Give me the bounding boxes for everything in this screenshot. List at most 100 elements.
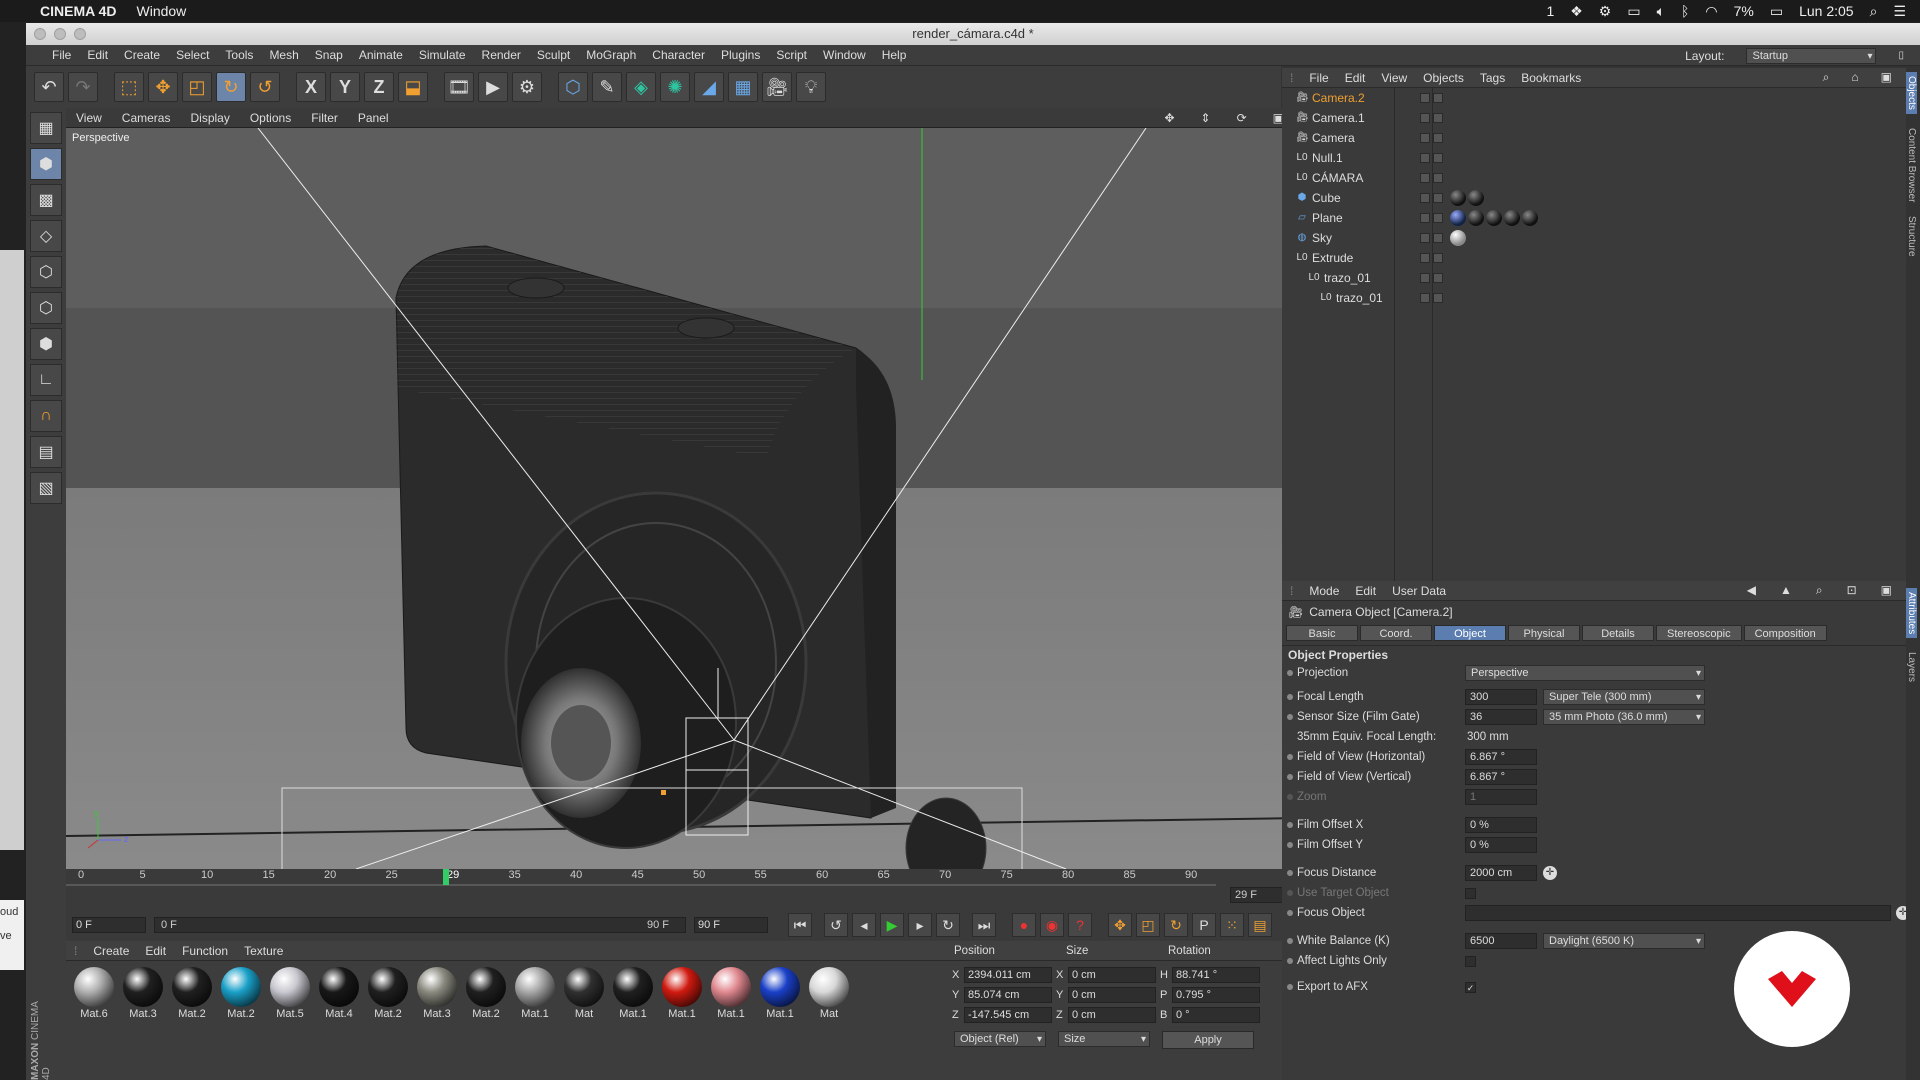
menu-create[interactable]: Create xyxy=(124,48,160,62)
viewport-menu-options[interactable]: Options xyxy=(250,111,291,125)
search-icon[interactable]: ⌕ xyxy=(1870,3,1878,20)
viewport-menu-view[interactable]: View xyxy=(76,111,102,125)
material-swatch[interactable]: Mat.1 xyxy=(758,967,802,1020)
start-frame-field[interactable]: 0 F xyxy=(72,917,146,933)
focus-pick-icon[interactable]: ✛ xyxy=(1543,866,1557,880)
fov-v-field[interactable]: 6.867 ° xyxy=(1465,769,1537,785)
workplane-lock-icon[interactable]: ▧ xyxy=(30,472,62,504)
material-swatch[interactable]: Mat.4 xyxy=(317,967,361,1020)
render-toggle[interactable] xyxy=(1433,153,1443,163)
visibility-toggle[interactable] xyxy=(1420,173,1430,183)
object-row[interactable]: ▱ Plane xyxy=(1282,208,1920,228)
attribute-menu-mode[interactable]: Mode xyxy=(1309,584,1339,598)
material-menu-edit[interactable]: Edit xyxy=(145,944,166,958)
texture-mode-icon[interactable]: ▩ xyxy=(30,184,62,216)
side-tab-structure[interactable]: Structure xyxy=(1906,216,1917,257)
object-row[interactable]: 🎥︎ Camera xyxy=(1282,128,1920,148)
menu-help[interactable]: Help xyxy=(882,48,907,62)
viewport-menu-filter[interactable]: Filter xyxy=(311,111,338,125)
attribute-menu-edit[interactable]: Edit xyxy=(1355,584,1376,598)
render-toggle[interactable] xyxy=(1433,233,1443,243)
object-new-window-icon[interactable]: ▣ xyxy=(1881,70,1892,85)
object-row[interactable]: L0 Extrude xyxy=(1282,248,1920,268)
spline-pen-icon[interactable]: ✎ xyxy=(592,72,622,102)
model-mode-icon[interactable]: ⬢ xyxy=(30,148,62,180)
tab-object[interactable]: Object xyxy=(1434,625,1506,641)
volume-icon[interactable]: 🔈︎ xyxy=(1657,3,1665,20)
menu-tools[interactable]: Tools xyxy=(225,48,253,62)
rotation-field[interactable]: 0.795 ° xyxy=(1172,987,1260,1003)
render-picture-viewer-icon[interactable]: ▶ xyxy=(478,72,508,102)
camera-tool-icon[interactable]: 🎥︎ xyxy=(762,72,792,102)
visibility-toggle[interactable] xyxy=(1420,213,1430,223)
tab-coord[interactable]: Coord. xyxy=(1360,625,1432,641)
size-field[interactable]: 0 cm xyxy=(1068,967,1156,983)
z-axis-toggle[interactable]: Z xyxy=(364,72,394,102)
record-keys-icon[interactable]: ● xyxy=(1012,913,1036,937)
app-menu[interactable]: CINEMA 4D xyxy=(40,3,117,19)
rotate-icon[interactable]: ↻ xyxy=(216,72,246,102)
magnet-icon[interactable]: ∩ xyxy=(30,400,62,432)
timeline-ruler[interactable]: 0 5 10 15 20 25 29 35 40 45 50 55 60 65 70 75 80 85 90 29 … xyxy=(66,869,1302,909)
key-pla-icon[interactable]: ⁙ xyxy=(1220,913,1244,937)
projection-select[interactable]: Perspective xyxy=(1465,665,1705,681)
visibility-toggle[interactable] xyxy=(1420,133,1430,143)
scale-icon[interactable]: ◰ xyxy=(182,72,212,102)
points-mode-icon[interactable]: ⬡ xyxy=(30,256,62,288)
attribute-back-icon[interactable]: ◀ xyxy=(1747,583,1756,598)
menu-select[interactable]: Select xyxy=(176,48,209,62)
film-offset-y-field[interactable]: 0 % xyxy=(1465,837,1537,853)
live-selection-icon[interactable]: ⬚ xyxy=(114,72,144,102)
object-row[interactable]: L0 trazo_01 xyxy=(1282,288,1920,308)
object-menu-tags[interactable]: Tags xyxy=(1480,71,1505,85)
render-toggle[interactable] xyxy=(1433,173,1443,183)
render-view-icon[interactable]: 🎞︎ xyxy=(444,72,474,102)
key-position-icon[interactable]: ✥ xyxy=(1108,913,1132,937)
focus-object-link-field[interactable] xyxy=(1465,905,1891,921)
next-key-icon[interactable]: ↻ xyxy=(936,913,960,937)
material-tag-icon[interactable] xyxy=(1468,190,1484,206)
tab-basic[interactable]: Basic xyxy=(1286,625,1358,641)
side-tab-objects[interactable]: Objects xyxy=(1906,72,1917,114)
menu-simulate[interactable]: Simulate xyxy=(419,48,466,62)
size-field[interactable]: 0 cm xyxy=(1068,987,1156,1003)
object-row[interactable]: L0 CÁMARA xyxy=(1282,168,1920,188)
render-settings-icon[interactable]: ⚙ xyxy=(512,72,542,102)
visibility-toggle[interactable] xyxy=(1420,113,1430,123)
export-afx-checkbox[interactable]: ✓ xyxy=(1465,981,1476,993)
object-row[interactable]: L0 trazo_01 xyxy=(1282,268,1920,288)
play-icon[interactable]: ▶ xyxy=(880,913,904,937)
display-icon[interactable]: ▭ xyxy=(1627,3,1640,20)
position-field[interactable]: -147.545 cm xyxy=(964,1007,1052,1023)
tab-stereoscopic[interactable]: Stereoscopic xyxy=(1656,625,1742,641)
tools-icon[interactable]: ⚙ xyxy=(1599,3,1612,20)
tab-composition[interactable]: Composition xyxy=(1743,625,1827,641)
dropbox-icon[interactable]: ❖ xyxy=(1570,3,1583,20)
object-row[interactable]: L0 Null.1 xyxy=(1282,148,1920,168)
array-icon[interactable]: ✺ xyxy=(660,72,690,102)
material-swatch[interactable]: Mat.1 xyxy=(513,967,557,1020)
polygons-mode-icon[interactable]: ⬢ xyxy=(30,328,62,360)
material-swatch[interactable]: Mat.3 xyxy=(121,967,165,1020)
visibility-toggle[interactable] xyxy=(1420,293,1430,303)
white-balance-field[interactable]: 6500 xyxy=(1465,933,1537,949)
viewport-menu-display[interactable]: Display xyxy=(190,111,229,125)
side-tab-layers[interactable]: Layers xyxy=(1906,652,1917,682)
goto-start-icon[interactable]: ⏮ xyxy=(788,913,812,937)
position-field[interactable]: 2394.011 cm xyxy=(964,967,1052,983)
menu-character[interactable]: Character xyxy=(652,48,705,62)
menu-sculpt[interactable]: Sculpt xyxy=(537,48,570,62)
wifi-icon[interactable]: ◠ xyxy=(1705,3,1717,20)
sensor-size-field[interactable]: 36 xyxy=(1465,709,1537,725)
window-menu[interactable]: Window xyxy=(137,3,187,19)
viewport-menu-cameras[interactable]: Cameras xyxy=(122,111,171,125)
bluetooth-icon[interactable]: ᛒ xyxy=(1681,3,1689,19)
menu-render[interactable]: Render xyxy=(482,48,521,62)
focus-distance-field[interactable]: 2000 cm xyxy=(1465,865,1537,881)
menu-mesh[interactable]: Mesh xyxy=(269,48,298,62)
material-tag-icon[interactable] xyxy=(1522,210,1538,226)
viewport-menu-panel[interactable]: Panel xyxy=(358,111,389,125)
object-row[interactable]: ◍ Sky xyxy=(1282,228,1920,248)
material-swatch[interactable]: Mat.2 xyxy=(170,967,214,1020)
attribute-up-icon[interactable]: ▲ xyxy=(1780,583,1792,598)
